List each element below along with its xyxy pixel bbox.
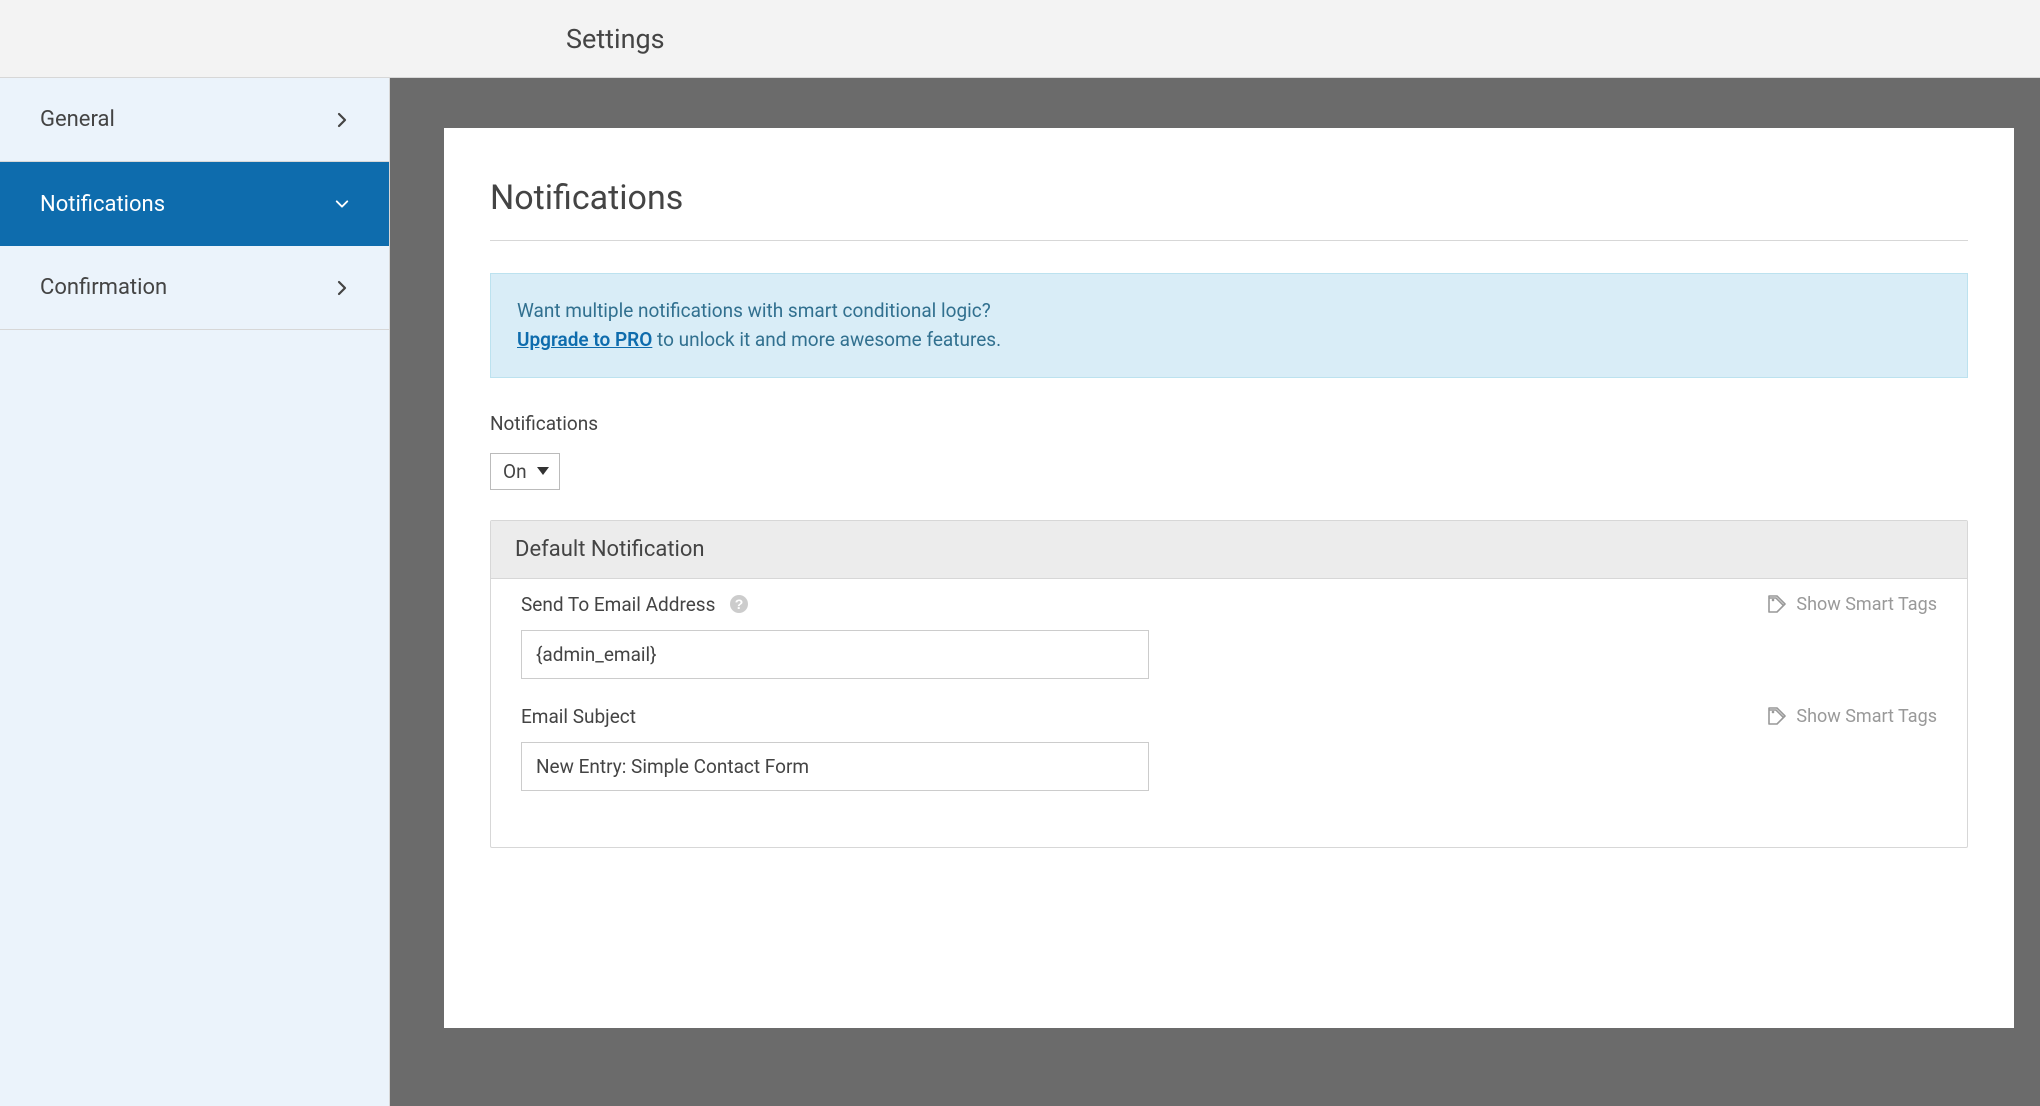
notifications-toggle-select[interactable]: On bbox=[490, 453, 560, 490]
show-smart-tags-link[interactable]: Show Smart Tags bbox=[1768, 706, 1937, 727]
sidebar-item-label: General bbox=[40, 107, 115, 132]
sidebar-item-label: Confirmation bbox=[40, 275, 167, 300]
upsell-rest: to unlock it and more awesome features. bbox=[652, 328, 1001, 351]
show-smart-tags-link[interactable]: Show Smart Tags bbox=[1768, 594, 1937, 615]
email-subject-input[interactable] bbox=[521, 742, 1149, 791]
notifications-panel: Notifications Want multiple notification… bbox=[444, 128, 2014, 1028]
field-label: Send To Email Address bbox=[521, 593, 715, 616]
tags-icon bbox=[1768, 595, 1788, 613]
sidebar-item-notifications[interactable]: Notifications bbox=[0, 162, 389, 246]
chevron-right-icon bbox=[335, 281, 349, 295]
caret-down-icon bbox=[537, 467, 549, 475]
send-to-email-input[interactable] bbox=[521, 630, 1149, 679]
email-subject-row: Email Subject Show Smart Tags bbox=[521, 705, 1937, 791]
help-icon[interactable]: ? bbox=[729, 594, 749, 614]
smart-tags-label: Show Smart Tags bbox=[1796, 706, 1937, 727]
chevron-right-icon bbox=[335, 113, 349, 127]
upsell-lead: Want multiple notifications with smart c… bbox=[517, 296, 1941, 325]
svg-text:?: ? bbox=[735, 596, 744, 612]
notifications-toggle-field: Notifications On bbox=[490, 412, 1968, 490]
notification-box-header: Default Notification bbox=[491, 521, 1967, 579]
settings-sidebar: General Notifications Confirmation bbox=[0, 78, 390, 1106]
select-value: On bbox=[503, 460, 527, 483]
page-title: Settings bbox=[0, 23, 665, 55]
upsell-notice: Want multiple notifications with smart c… bbox=[490, 273, 1968, 378]
tags-icon bbox=[1768, 707, 1788, 725]
upgrade-pro-link[interactable]: Upgrade to PRO bbox=[517, 328, 652, 351]
sidebar-item-general[interactable]: General bbox=[0, 78, 389, 162]
chevron-down-icon bbox=[335, 197, 349, 211]
smart-tags-label: Show Smart Tags bbox=[1796, 594, 1937, 615]
header: Settings bbox=[0, 0, 2040, 78]
sidebar-item-label: Notifications bbox=[40, 192, 165, 217]
main-scroll-area[interactable]: Notifications Want multiple notification… bbox=[390, 78, 2040, 1106]
send-to-email-row: Send To Email Address ? Show Sm bbox=[521, 593, 1937, 679]
field-label: Notifications bbox=[490, 412, 1968, 435]
default-notification-box: Default Notification Send To Email Addre… bbox=[490, 520, 1968, 848]
sidebar-item-confirmation[interactable]: Confirmation bbox=[0, 246, 389, 330]
field-label: Email Subject bbox=[521, 705, 636, 728]
panel-title: Notifications bbox=[490, 178, 1968, 241]
